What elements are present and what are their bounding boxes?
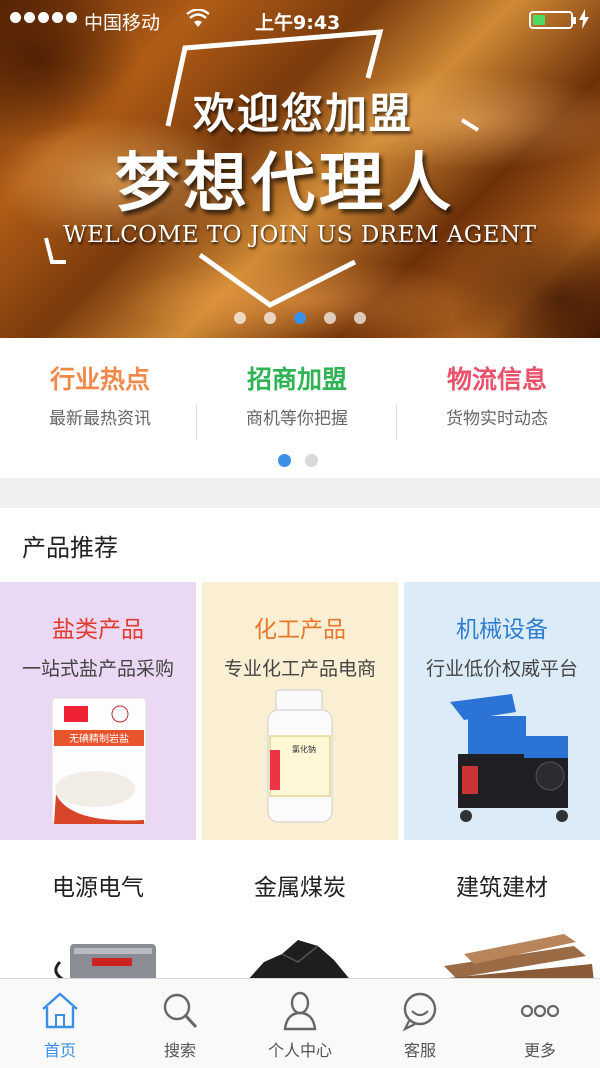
product-title: 电源电气: [52, 875, 144, 901]
category-title: 招商加盟: [246, 365, 347, 394]
category-subtitle: 最新最热资讯: [49, 409, 151, 429]
tab-label: 搜索: [163, 1041, 196, 1060]
category-title: 物流信息: [446, 365, 547, 394]
search-icon: [163, 993, 198, 1029]
section-title: 产品推荐: [22, 534, 118, 562]
tab-customer-service[interactable]: 客服: [360, 979, 480, 1068]
product-title: 机械设备: [456, 617, 548, 643]
chemical-bottle-image: 氯化钠: [267, 689, 333, 823]
banner-dot[interactable]: [324, 312, 336, 324]
chat-icon: [402, 992, 437, 1032]
crusher-machine-image: [450, 694, 568, 822]
product-tile-salt[interactable]: 盐类产品 一站式盐产品采购 无碘精制岩盐: [0, 582, 196, 840]
tab-more[interactable]: 更多: [480, 979, 600, 1068]
tab-label: 客服: [403, 1041, 436, 1060]
tab-home[interactable]: 首页: [0, 979, 120, 1068]
category-dot[interactable]: [305, 454, 318, 467]
hero-banner[interactable]: 中国移动 上午9:43 欢迎您加盟 梦想代理人 WELCOME TO JOIN …: [0, 0, 600, 338]
wood-planks-image: [444, 934, 594, 978]
svg-text:氯化钠: 氯化钠: [292, 744, 316, 754]
category-industry-news[interactable]: 行业热点 最新最热资讯: [0, 360, 200, 429]
banner-dot[interactable]: [234, 312, 246, 324]
tab-label: 更多: [523, 1041, 556, 1060]
product-title: 金属煤炭: [254, 875, 346, 901]
salt-bag-image: 无碘精制岩盐: [51, 697, 147, 825]
category-row: 行业热点 最新最热资讯 招商加盟 商机等你把握 物流信息 货物实时动态: [0, 338, 600, 478]
coal-image: [249, 940, 349, 978]
banner-subtitle: WELCOME TO JOIN US DREM AGENT: [63, 222, 537, 248]
person-icon: [283, 991, 317, 1031]
bottom-tab-bar: 首页 搜索 个人中心 客服 更多: [0, 978, 600, 1068]
category-dot-active[interactable]: [278, 454, 291, 467]
category-subtitle: 货物实时动态: [446, 409, 548, 429]
home-icon: [42, 992, 78, 1029]
tab-label: 个人中心: [267, 1041, 332, 1060]
product-tile-building[interactable]: 建筑建材: [404, 846, 600, 978]
svg-text:无碘精制岩盐: 无碘精制岩盐: [69, 732, 129, 745]
product-subtitle: 行业低价权威平台: [425, 658, 578, 680]
tab-label: 首页: [43, 1041, 76, 1060]
product-subtitle: 一站式盐产品采购: [21, 658, 174, 680]
product-tile-machinery[interactable]: 机械设备 行业低价权威平台: [404, 582, 600, 840]
category-subtitle: 商机等你把握: [246, 409, 348, 429]
product-tile-chemical[interactable]: 化工产品 专业化工产品电商 氯化钠: [202, 582, 398, 840]
banner-dot[interactable]: [354, 312, 366, 324]
product-subtitle: 专业化工产品电商: [223, 658, 376, 680]
product-title: 建筑建材: [456, 875, 548, 901]
category-franchise[interactable]: 招商加盟 商机等你把握: [197, 360, 397, 429]
tab-search[interactable]: 搜索: [120, 979, 240, 1068]
category-pagination[interactable]: [278, 454, 318, 467]
banner-title: 梦想代理人: [115, 146, 455, 221]
category-logistics[interactable]: 物流信息 货物实时动态: [397, 360, 597, 429]
power-inverter-image: [54, 944, 156, 978]
banner-dot-active[interactable]: [294, 312, 306, 324]
banner-dot[interactable]: [264, 312, 276, 324]
tab-profile[interactable]: 个人中心: [240, 979, 360, 1068]
product-title: 盐类产品: [52, 617, 144, 643]
product-title: 化工产品: [254, 617, 346, 643]
product-recommendations: 产品推荐 盐类产品 一站式盐产品采购 无碘精制岩盐 化工产品 专业化工产品电商 …: [0, 508, 600, 978]
product-tile-electrical[interactable]: 电源电气: [0, 846, 196, 978]
more-icon: [520, 1004, 560, 1018]
category-title: 行业热点: [49, 365, 150, 394]
banner-pagination[interactable]: [0, 312, 600, 324]
product-tile-metal-coal[interactable]: 金属煤炭: [202, 846, 398, 978]
